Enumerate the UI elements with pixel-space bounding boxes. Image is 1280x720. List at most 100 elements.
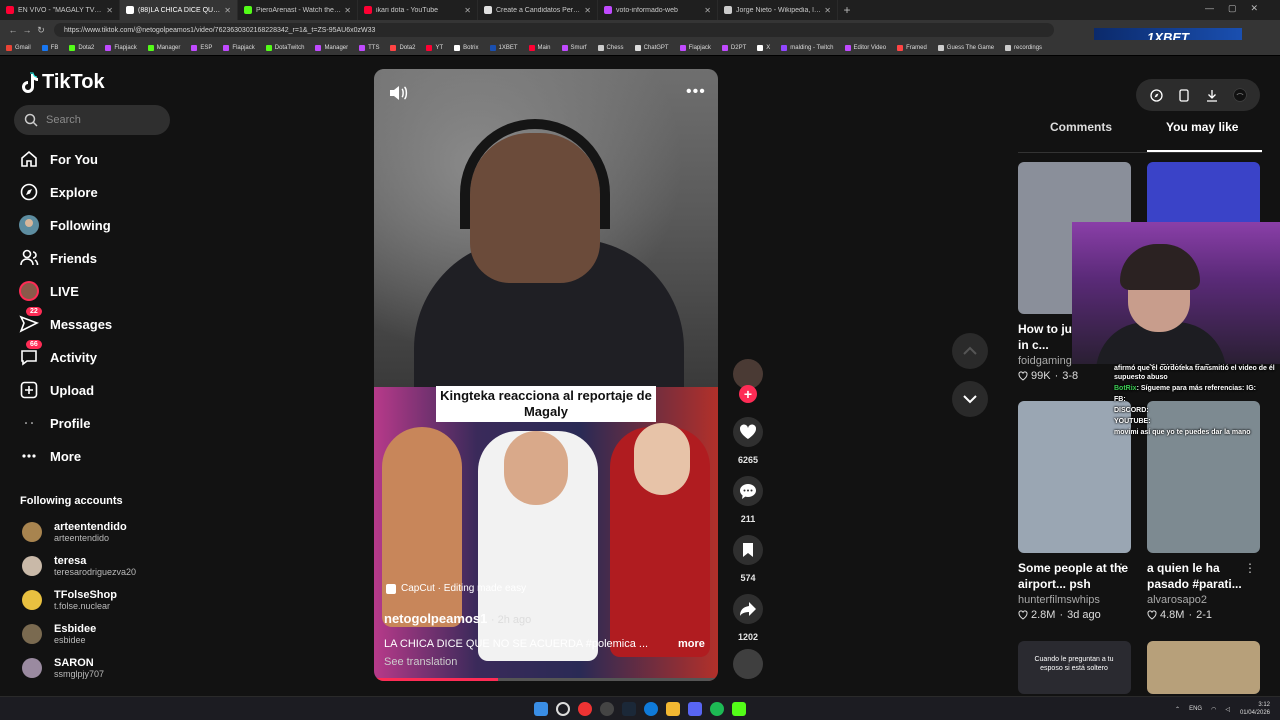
save-button[interactable] (733, 535, 763, 565)
sidebar-item-profile[interactable]: Profile (18, 412, 90, 434)
tray-chevron-icon[interactable]: ⌃ (1175, 706, 1180, 713)
following-account[interactable]: teresa teresarodriguezva20 (22, 555, 136, 577)
url-input[interactable]: https://www.tiktok.com/@netogolpeamos1/v… (54, 23, 1054, 37)
browser-tab[interactable]: voto-informado-web ✕ (598, 0, 718, 20)
bookmark-item[interactable]: Dota2 (69, 44, 94, 51)
steam-taskbar-icon[interactable] (622, 702, 636, 716)
video-author[interactable]: netogolpeamos1 · 2h ago (384, 611, 531, 626)
tab-close-icon[interactable]: ✕ (824, 6, 831, 15)
sidebar-item-explore[interactable]: Explore (18, 181, 98, 203)
browser-tab[interactable]: Create a Candidatos Peru 2026 Tier List✕ (478, 0, 598, 20)
bookmark-item[interactable]: recordings (1005, 44, 1042, 51)
tiktok-logo[interactable]: TikTok (20, 71, 105, 94)
card-more-icon[interactable]: ⋮ (1115, 561, 1127, 575)
bookmark-item[interactable]: ChatGPT (634, 44, 669, 51)
bookmark-item[interactable]: Gmail (6, 44, 31, 51)
browser-tab[interactable]: EN VIVO - "MAGALY TV LA FIRME"✕ (0, 0, 120, 20)
card-more-icon[interactable]: ⋮ (1244, 561, 1256, 575)
following-account[interactable]: TFolseShop t.folse.nuclear (22, 589, 117, 611)
tab-comments[interactable]: Comments (1050, 120, 1112, 134)
back-icon[interactable]: ← (6, 25, 20, 35)
browser-tab[interactable]: PieroArenast - Watch the VOD on Kick✕ (238, 0, 358, 20)
kick-taskbar-icon[interactable] (732, 702, 746, 716)
capcut-tag[interactable]: CapCut · Editing made easy (386, 583, 526, 594)
bookmark-item[interactable]: Framed (897, 44, 927, 51)
bookmark-item[interactable]: Smurf (561, 44, 587, 51)
like-button[interactable] (733, 417, 763, 447)
download-tool-icon[interactable] (1205, 88, 1219, 102)
discord-taskbar-icon[interactable] (688, 702, 702, 716)
tab-close-icon[interactable]: ✕ (704, 6, 711, 15)
following-account[interactable]: Esbidee esbidee (22, 623, 96, 645)
edge-taskbar-icon[interactable] (644, 702, 658, 716)
chrome-taskbar-icon[interactable] (578, 702, 592, 716)
wifi-icon[interactable]: ◠ (1211, 706, 1216, 713)
video-thumbnail[interactable]: Cuando le preguntan a tu esposo si está … (1018, 641, 1131, 694)
bookmark-item[interactable]: Flapjack (223, 44, 255, 51)
bookmark-item[interactable]: Botrix (454, 44, 479, 51)
like-action[interactable]: 6265 (733, 417, 763, 465)
tab-close-icon[interactable]: ✕ (106, 6, 113, 15)
bookmark-item[interactable]: D2PT (721, 44, 746, 51)
bookmark-item[interactable]: X (757, 44, 770, 51)
sidebar-item-following[interactable]: Following (18, 214, 111, 236)
tab-close-icon[interactable]: ✕ (344, 6, 351, 15)
video-progress-bar[interactable] (374, 678, 718, 681)
next-video-button[interactable] (952, 381, 988, 417)
next-author-avatar[interactable] (733, 649, 763, 679)
video-author-name[interactable]: netogolpeamos1 (384, 611, 487, 626)
recommended-video-card[interactable]: Cuando le preguntan a tu esposo si está … (1018, 641, 1131, 694)
share-button[interactable] (733, 594, 763, 624)
clock[interactable]: 3:12 01/04/2026 (1240, 701, 1270, 717)
sidebar-item-messages[interactable]: 22 Messages (18, 307, 112, 335)
obs-taskbar-icon[interactable] (600, 702, 614, 716)
explorer-taskbar-icon[interactable] (666, 702, 680, 716)
video-thumbnail[interactable] (1147, 641, 1260, 694)
bookmark-item[interactable]: ESP (191, 44, 212, 51)
follow-plus-button[interactable]: + (739, 385, 757, 403)
bookmark-item[interactable]: Flapjack (105, 44, 137, 51)
see-translation-link[interactable]: See translation (384, 656, 457, 668)
tray-lang[interactable]: ENG (1189, 706, 1202, 712)
bookmark-item[interactable]: Manager (147, 44, 180, 51)
volume-tray-icon[interactable]: ◁ (1225, 706, 1230, 713)
sidebar-item-friends[interactable]: Friends (18, 247, 97, 269)
search-input[interactable]: Search (14, 105, 170, 135)
video-more-link[interactable]: more (678, 638, 705, 650)
tab-close-icon[interactable]: ✕ (224, 6, 231, 15)
bookmark-item[interactable]: Dota2 (390, 44, 415, 51)
bookmark-item[interactable]: 1XBET (489, 44, 518, 51)
comment-action[interactable]: 211 (733, 476, 763, 524)
previous-video-button[interactable] (952, 333, 988, 369)
bookmark-item[interactable]: malding - Twitch (781, 44, 834, 51)
volume-icon[interactable] (388, 84, 408, 102)
card-user[interactable]: hunterfilmswhips (1018, 594, 1131, 606)
sidebar-item-activity[interactable]: 66 Activity (18, 340, 97, 368)
comment-button[interactable] (733, 476, 763, 506)
tab-close-icon[interactable]: ✕ (584, 6, 591, 15)
card-user[interactable]: alvarosapo2 (1147, 594, 1260, 606)
video-player[interactable]: Kingteka reacciona al reportaje de Magal… (374, 69, 718, 681)
recommended-video-card[interactable] (1147, 641, 1260, 694)
sidebar-item-upload[interactable]: Upload (18, 379, 94, 401)
video-more-icon[interactable]: ••• (686, 83, 706, 101)
bookmark-item[interactable]: Editor Video (844, 44, 886, 51)
bookmark-item[interactable]: Guess The Game (937, 44, 994, 51)
tab-you-may-like[interactable]: You may like (1166, 120, 1238, 134)
phone-tool-icon[interactable] (1177, 88, 1191, 102)
share-action[interactable]: 1202 (733, 594, 763, 642)
bookmark-item[interactable]: Main (528, 44, 551, 51)
windows-start-icon[interactable] (534, 702, 548, 716)
compass-tool-icon[interactable] (1149, 88, 1163, 102)
window-controls[interactable]: —▢✕ (1205, 3, 1272, 14)
following-account[interactable]: SARON ssmglpjy707 (22, 657, 104, 679)
browser-tab[interactable]: (88)LA CHICA DICE QUE NO SE ACUERDA✕ (120, 0, 238, 20)
sidebar-item-live[interactable]: LIVE (18, 280, 79, 302)
taskbar-search-icon[interactable] (556, 702, 570, 716)
tab-close-icon[interactable]: ✕ (464, 6, 471, 15)
spotify-taskbar-icon[interactable] (710, 702, 724, 716)
bookmark-item[interactable]: FB (41, 44, 58, 51)
user-avatar-icon[interactable] (1233, 88, 1247, 102)
bookmark-item[interactable]: Flapjack (679, 44, 711, 51)
bookmark-item[interactable]: YT (426, 44, 443, 51)
